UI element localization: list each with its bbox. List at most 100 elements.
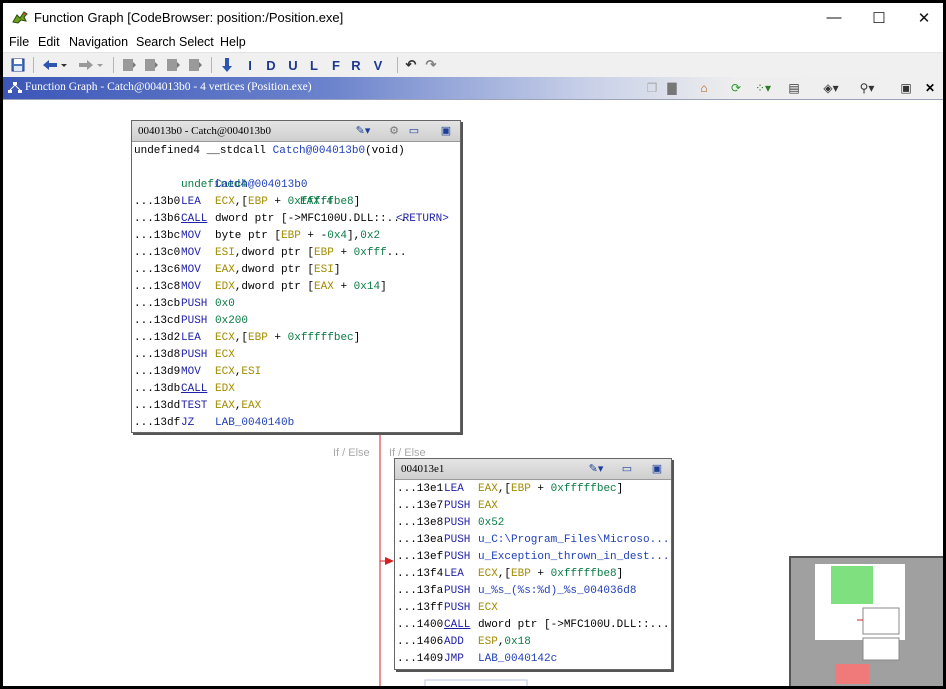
satellite-view[interactable]: [789, 556, 943, 686]
instruction-operands[interactable]: ECX: [215, 347, 235, 364]
instruction-row[interactable]: ...13b6 CALL dword ptr [->MFC100U.DLL::...: [134, 211, 458, 228]
menu-file[interactable]: File: [9, 35, 29, 49]
instruction-address[interactable]: ...13d2: [134, 332, 180, 344]
group-button[interactable]: ⚙: [386, 123, 402, 138]
instruction-row[interactable]: ...13dd TEST EAX,EAX: [134, 398, 458, 415]
instruction-operands[interactable]: ECX,ESI: [215, 364, 261, 381]
instruction-operands[interactable]: byte ptr [EBP + -0x4],0x2: [215, 228, 380, 245]
instruction-row[interactable]: ...13db CALL EDX: [134, 381, 458, 398]
instruction-row[interactable]: ...13d8 PUSH ECX: [134, 347, 458, 364]
instruction-operands[interactable]: ESI,dword ptr [EBP + 0xfff...: [215, 245, 406, 262]
close-window-button[interactable]: ✕: [901, 3, 943, 32]
instruction-mnemonic[interactable]: PUSH: [444, 515, 470, 532]
snapshot-button[interactable]: ▣: [897, 80, 915, 96]
instruction-operands[interactable]: 0x200: [215, 313, 248, 330]
instruction-mnemonic[interactable]: PUSH: [444, 600, 470, 617]
instruction-row[interactable]: ...13d2 LEA ECX,[EBP + 0xfffffbec]: [134, 330, 458, 347]
instruction-address[interactable]: ...13cb: [134, 298, 180, 310]
restore-vertex-button[interactable]: ▭: [406, 123, 422, 138]
instruction-mnemonic[interactable]: PUSH: [181, 313, 207, 330]
vertex-header[interactable]: 004013b0 - Catch@004013b0 ✎▾ ⚙ ▭ ▣: [132, 121, 460, 142]
instruction-mnemonic[interactable]: CALL: [181, 211, 207, 228]
instruction-operands[interactable]: LAB_0040142c: [478, 651, 557, 668]
instruction-address[interactable]: ...13db: [134, 383, 180, 395]
instruction-row[interactable]: ...1409 JMP LAB_0040142c: [397, 651, 669, 668]
next-function-button[interactable]: F: [329, 56, 343, 74]
fullscreen-vertex-button[interactable]: ▣: [649, 461, 665, 476]
edit-label-dropdown[interactable]: ✎▾: [350, 123, 376, 138]
instruction-address[interactable]: ...13cd: [134, 315, 180, 327]
instruction-address[interactable]: ...13b0: [134, 196, 180, 208]
instruction-row[interactable]: ...13cd PUSH 0x200: [134, 313, 458, 330]
fullscreen-vertex-button[interactable]: ▣: [438, 123, 454, 138]
instruction-row[interactable]: ...13e8 PUSH 0x52: [397, 515, 669, 532]
instruction-mnemonic[interactable]: LEA: [181, 194, 201, 211]
instruction-operands[interactable]: ECX,[EBP + 0xfffffbe8]: [215, 194, 360, 211]
minimize-button[interactable]: —: [811, 3, 857, 32]
instruction-operands[interactable]: ECX: [478, 600, 498, 617]
instruction-row[interactable]: ...13bc MOV byte ptr [EBP + -0x4],0x2: [134, 228, 458, 245]
instruction-address[interactable]: ...13ea: [397, 534, 443, 546]
menu-navigation[interactable]: Navigation: [69, 35, 128, 49]
next-instruction-button[interactable]: [219, 56, 235, 74]
refresh-button[interactable]: ⟳: [727, 80, 745, 96]
instruction-mnemonic[interactable]: LEA: [444, 566, 464, 583]
instruction-operands[interactable]: EAX,EAX: [215, 398, 261, 415]
instruction-address[interactable]: ...13e1: [397, 483, 443, 495]
instruction-operands[interactable]: EAX,dword ptr [ESI]: [215, 262, 340, 279]
instruction-mnemonic[interactable]: PUSH: [444, 549, 470, 566]
graph-vertex-004013e1[interactable]: 004013e1 ✎▾ ▭ ▣ ...13e1 LEA EAX,[EBP + 0xf…: [394, 458, 672, 670]
instruction-operands[interactable]: dword ptr [->MFC100U.DLL::...: [215, 211, 406, 228]
nav-prev-data-button[interactable]: [165, 56, 181, 74]
layout-dropdown-button[interactable]: ⁘▾: [749, 80, 777, 96]
navigate-dropdown-button[interactable]: ◈▾: [817, 80, 845, 96]
instruction-row[interactable]: ...13ea PUSH u_C:\Program_Files\Microso...: [397, 532, 669, 549]
instruction-operands[interactable]: ECX,[EBP + 0xfffffbe8]: [478, 566, 623, 583]
paste-button[interactable]: ▇: [663, 80, 681, 96]
forward-button[interactable]: [75, 56, 107, 74]
instruction-address[interactable]: ...1400: [397, 619, 443, 631]
go-to-entry-button[interactable]: ⌂: [695, 80, 713, 96]
instruction-address[interactable]: ...13dd: [134, 400, 180, 412]
maximize-button[interactable]: ☐: [856, 3, 902, 32]
instruction-mnemonic[interactable]: LEA: [181, 330, 201, 347]
menu-edit[interactable]: Edit: [38, 35, 60, 49]
close-panel-button[interactable]: ✕: [921, 80, 939, 96]
next-value-button[interactable]: V: [371, 56, 385, 74]
instruction-mnemonic[interactable]: PUSH: [181, 347, 207, 364]
instruction-row[interactable]: ...13ef PUSH u_Exception_thrown_in_dest...: [397, 549, 669, 566]
instruction-row[interactable]: ...13c6 MOV EAX,dword ptr [ESI]: [134, 262, 458, 279]
instruction-operands[interactable]: LAB_0040140b: [215, 415, 294, 432]
nav-prev-function-button[interactable]: [121, 56, 137, 74]
back-button[interactable]: [39, 56, 71, 74]
instruction-row[interactable]: ...13ff PUSH ECX: [397, 600, 669, 617]
instruction-mnemonic[interactable]: PUSH: [444, 583, 470, 600]
instruction-address[interactable]: ...13ff: [397, 602, 443, 614]
instruction-mnemonic[interactable]: JMP: [444, 651, 464, 668]
vertex-header[interactable]: 004013e1 ✎▾ ▭ ▣: [395, 459, 671, 480]
format-button[interactable]: ▤: [785, 80, 803, 96]
zoom-dropdown-button[interactable]: ⚲▾: [853, 80, 881, 96]
instruction-mnemonic[interactable]: PUSH: [444, 532, 470, 549]
instruction-row[interactable]: ...1400 CALL dword ptr [->MFC100U.DLL::...: [397, 617, 669, 634]
instruction-row[interactable]: ...13fa PUSH u_%s_(%s:%d)_%s_004036d8: [397, 583, 669, 600]
edit-label-dropdown[interactable]: ✎▾: [583, 461, 609, 476]
instruction-operands[interactable]: EAX: [478, 498, 498, 515]
instruction-mnemonic[interactable]: MOV: [181, 228, 201, 245]
instruction-operands[interactable]: 0x0: [215, 296, 235, 313]
instruction-operands[interactable]: u_Exception_thrown_in_dest...: [478, 549, 669, 566]
save-button[interactable]: [9, 56, 27, 74]
next-reference-button[interactable]: R: [349, 56, 363, 74]
instruction-mnemonic[interactable]: MOV: [181, 245, 201, 262]
function-label[interactable]: Catch@004013b0: [215, 177, 307, 194]
instruction-address[interactable]: ...13bc: [134, 230, 180, 242]
instruction-mnemonic[interactable]: MOV: [181, 279, 201, 296]
instruction-address[interactable]: ...13b6: [134, 213, 180, 225]
instruction-operands[interactable]: dword ptr [->MFC100U.DLL::...: [478, 617, 669, 634]
instruction-row[interactable]: ...13c8 MOV EDX,dword ptr [EAX + 0x14]: [134, 279, 458, 296]
instruction-row[interactable]: ...13f4 LEA ECX,[EBP + 0xfffffbe8]: [397, 566, 669, 583]
next-undefined-button[interactable]: U: [285, 56, 301, 74]
restore-vertex-button[interactable]: ▭: [619, 461, 635, 476]
instruction-address[interactable]: ...13c0: [134, 247, 180, 259]
redo-button[interactable]: ↷: [423, 56, 439, 74]
